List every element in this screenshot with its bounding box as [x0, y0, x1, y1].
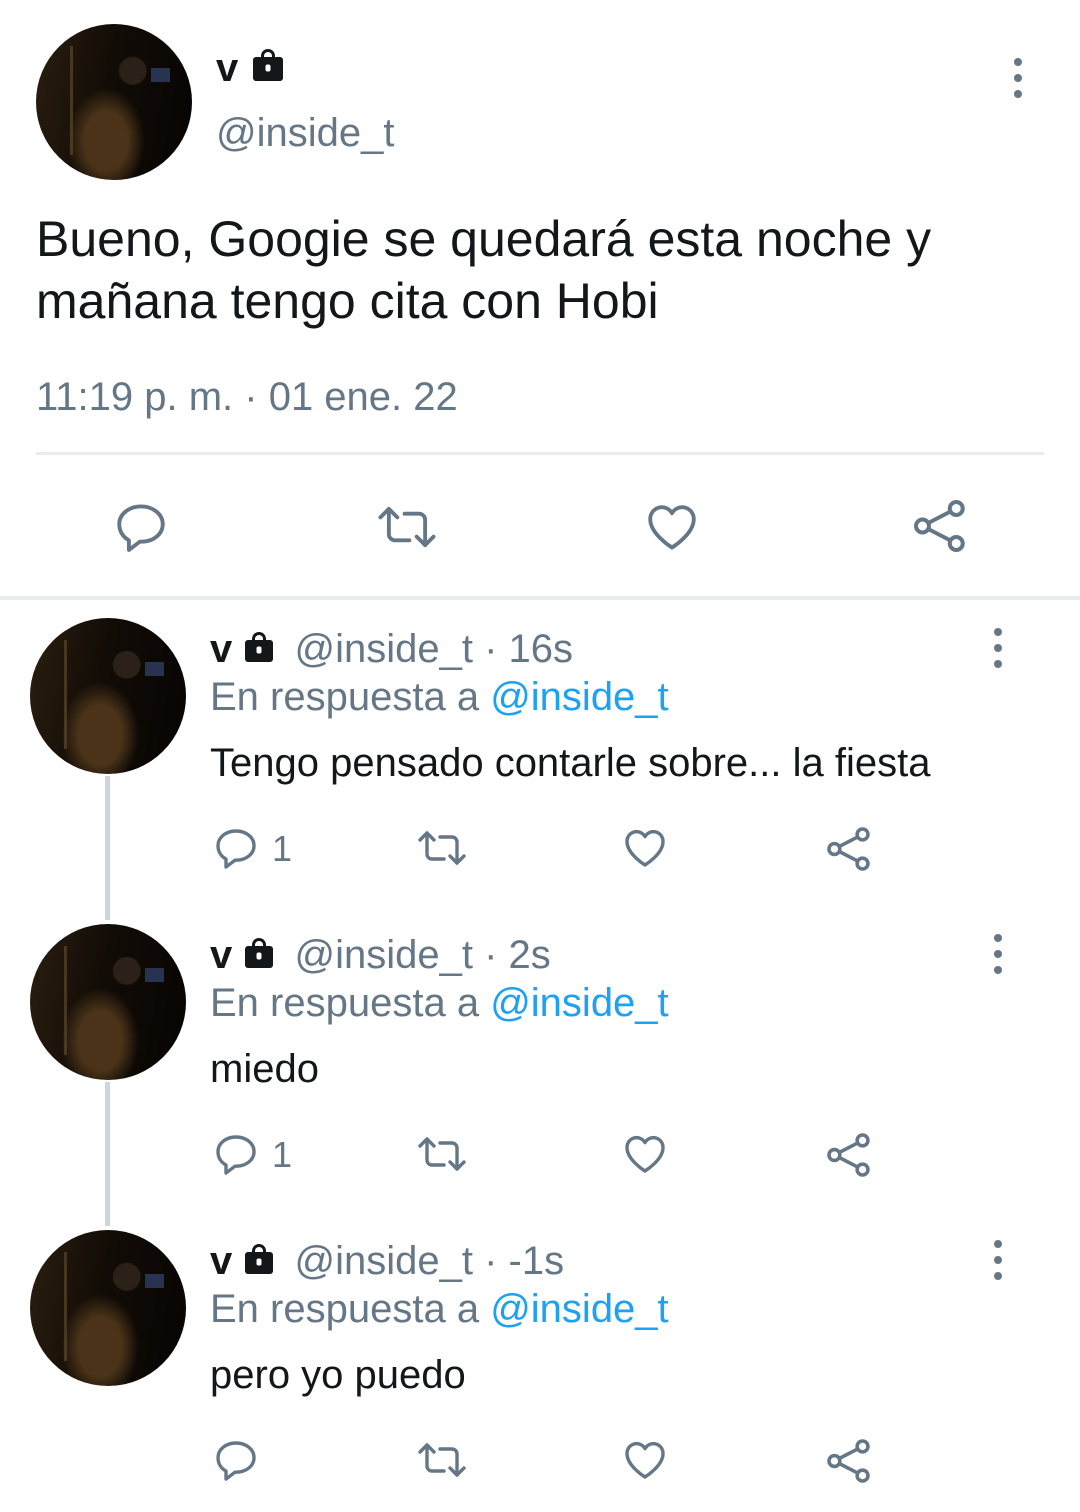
- share-icon[interactable]: [824, 824, 874, 874]
- reply-handle[interactable]: @inside_t: [295, 933, 473, 977]
- share-icon[interactable]: [824, 1130, 874, 1180]
- retweet-icon[interactable]: [414, 1130, 470, 1178]
- display-name: v: [216, 46, 239, 90]
- reply-context: En respuesta a @inside_t: [210, 674, 669, 720]
- divider: [36, 452, 1044, 455]
- reply-handle[interactable]: @inside_t: [295, 1239, 473, 1283]
- reply-tweet[interactable]: v @inside_t · 2s En respuesta a @inside_…: [0, 916, 1080, 1216]
- reply-context: En respuesta a @inside_t: [210, 980, 669, 1026]
- display-name[interactable]: v: [210, 627, 232, 671]
- reply-tweet[interactable]: v @inside_t · 16s En respuesta a @inside…: [0, 610, 1080, 910]
- speech-bubble-icon[interactable]: [212, 824, 260, 872]
- lock-icon: [253, 57, 284, 81]
- reply-header: v @inside_t · -1s: [210, 1238, 564, 1284]
- reply-context-prefix: En respuesta a: [210, 981, 491, 1025]
- more-vertical-icon[interactable]: [1012, 58, 1024, 98]
- heart-icon[interactable]: [620, 1130, 670, 1178]
- retweet-icon[interactable]: [374, 498, 440, 556]
- share-icon[interactable]: [910, 496, 970, 556]
- reply-handle[interactable]: @inside_t: [295, 627, 473, 671]
- reply-context: En respuesta a @inside_t: [210, 1286, 669, 1332]
- reply-context-prefix: En respuesta a: [210, 1287, 491, 1331]
- retweet-icon[interactable]: [414, 824, 470, 872]
- speech-bubble-icon[interactable]: [212, 1130, 260, 1178]
- share-icon[interactable]: [824, 1436, 874, 1486]
- reply-count: 1: [272, 828, 293, 869]
- reply-avatar[interactable]: [30, 924, 186, 1080]
- reply-header: v @inside_t · 2s: [210, 932, 551, 978]
- heart-icon[interactable]: [620, 1436, 670, 1484]
- retweet-icon[interactable]: [414, 1436, 470, 1484]
- lock-icon: [245, 946, 274, 968]
- speech-bubble-icon[interactable]: [112, 498, 170, 556]
- author-avatar[interactable]: [36, 24, 192, 180]
- author-handle[interactable]: @inside_t: [216, 110, 394, 156]
- reply-time: · 16s: [484, 627, 574, 671]
- speech-bubble-icon[interactable]: [212, 1436, 260, 1484]
- reply-to-link[interactable]: @inside_t: [490, 981, 668, 1025]
- more-vertical-icon[interactable]: [992, 628, 1004, 668]
- reply-text: pero yo puedo: [210, 1353, 466, 1397]
- lock-icon: [245, 1252, 274, 1274]
- lock-icon: [245, 640, 274, 662]
- reply-avatar[interactable]: [30, 1230, 186, 1386]
- reply-text: Tengo pensado contarle sobre... la fiest…: [210, 741, 931, 785]
- author-name-row[interactable]: v: [216, 46, 284, 90]
- more-vertical-icon[interactable]: [992, 1240, 1004, 1280]
- tweet-text: Bueno, Googie se quedará esta noche y ma…: [36, 208, 931, 332]
- tweet-text-line: mañana tengo cita con Hobi: [36, 273, 659, 329]
- heart-icon[interactable]: [620, 824, 670, 872]
- reply-context-prefix: En respuesta a: [210, 675, 491, 719]
- display-name[interactable]: v: [210, 1239, 232, 1283]
- reply-to-link[interactable]: @inside_t: [490, 1287, 668, 1331]
- reply-header: v @inside_t · 16s: [210, 626, 573, 672]
- reply-to-link[interactable]: @inside_t: [490, 675, 668, 719]
- reply-time: · 2s: [484, 933, 551, 977]
- reply-tweet[interactable]: v @inside_t · -1s En respuesta a @inside…: [0, 1222, 1080, 1512]
- tweet-text-line: Bueno, Googie se quedará esta noche y: [36, 211, 932, 267]
- section-divider: [0, 596, 1080, 600]
- reply-avatar[interactable]: [30, 618, 186, 774]
- display-name[interactable]: v: [210, 933, 232, 977]
- tweet-timestamp[interactable]: 11:19 p. m. · 01 ene. 22: [36, 374, 458, 420]
- reply-text: miedo: [210, 1047, 319, 1091]
- reply-count: 1: [272, 1134, 293, 1175]
- heart-icon[interactable]: [642, 498, 702, 556]
- reply-time: · -1s: [484, 1239, 565, 1283]
- more-vertical-icon[interactable]: [992, 934, 1004, 974]
